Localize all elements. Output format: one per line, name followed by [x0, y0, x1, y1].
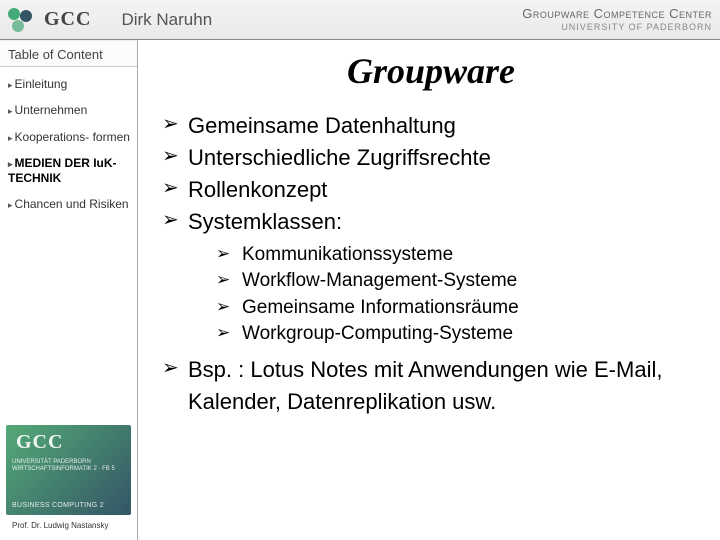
author-name: Dirk Naruhn [121, 10, 212, 30]
chevron-right-icon: ▸ [8, 80, 13, 91]
toc-item-label: Einleitung [15, 77, 68, 91]
bullet-l1: Unterschiedliche Zugriffsrechte [162, 142, 700, 174]
bullet-l2: Kommunikationssysteme [216, 242, 700, 269]
bullet-l1: Rollenkonzept [162, 174, 700, 206]
sidebar: Table of Content ▸Einleitung ▸Unternehme… [0, 40, 138, 540]
toc-item-unternehmen[interactable]: ▸Unternehmen [6, 97, 133, 123]
department-logo-text: UNIVERSITÄT PADERBORN WIRTSCHAFTSINFORMA… [12, 459, 131, 473]
header-right: Groupware Competence Center UNIVERSITY O… [522, 7, 720, 31]
gcc-text: GCC [44, 8, 91, 31]
main-content: Groupware Gemeinsame Datenhaltung Unters… [138, 40, 720, 540]
university-label: UNIVERSITY OF PADERBORN [522, 22, 712, 32]
chevron-right-icon: ▸ [8, 200, 13, 211]
competence-center-label: Groupware Competence Center [522, 7, 712, 21]
chevron-right-icon: ▸ [8, 159, 13, 170]
bullet-l2: Gemeinsame Informationsräume [216, 295, 700, 322]
bullet-l2: Workflow-Management-Systeme [216, 268, 700, 295]
gcc-logo-icon [0, 0, 40, 40]
toc-item-label: Chancen und Risiken [15, 197, 129, 211]
toc-item-label: Unternehmen [15, 103, 88, 117]
bullet-list-level2: Kommunikationssysteme Workflow-Managemen… [216, 242, 700, 348]
bullet-l1: Systemklassen: Kommunikationssysteme Wor… [162, 206, 700, 348]
toc-item-medien-iuk[interactable]: ▸MEDIEN DER IuK-TECHNIK [6, 150, 133, 191]
slide-title: Groupware [162, 50, 700, 92]
body: Table of Content ▸Einleitung ▸Unternehme… [0, 40, 720, 540]
chevron-right-icon: ▸ [8, 106, 13, 117]
bullet-l2: Workgroup-Computing-Systeme [216, 321, 700, 348]
toc-list: ▸Einleitung ▸Unternehmen ▸Kooperations- … [0, 67, 137, 221]
toc-header: Table of Content [0, 40, 137, 67]
toc-item-label: MEDIEN DER IuK-TECHNIK [8, 156, 117, 184]
bullet-l1: Bsp. : Lotus Notes mit Anwendungen wie E… [162, 354, 700, 418]
toc-item-einleitung[interactable]: ▸Einleitung [6, 71, 133, 97]
toc-item-chancen-risiken[interactable]: ▸Chancen und Risiken [6, 191, 133, 217]
sidebar-footer: UNIVERSITÄT PADERBORN WIRTSCHAFTSINFORMA… [0, 419, 137, 540]
toc-item-label: Kooperations- formen [15, 130, 130, 144]
toc-item-kooperationsformen[interactable]: ▸Kooperations- formen [6, 124, 133, 150]
bullet-l1: Gemeinsame Datenhaltung [162, 110, 700, 142]
bullet-l1-text: Systemklassen: [188, 209, 342, 234]
chevron-right-icon: ▸ [8, 133, 13, 144]
bullet-list-level1: Gemeinsame Datenhaltung Unterschiedliche… [162, 110, 700, 418]
professor-name: Prof. Dr. Ludwig Nastansky [6, 519, 131, 534]
department-logo: UNIVERSITÄT PADERBORN WIRTSCHAFTSINFORMA… [6, 425, 131, 515]
slide: GCC Dirk Naruhn Groupware Competence Cen… [0, 0, 720, 540]
header-bar: GCC Dirk Naruhn Groupware Competence Cen… [0, 0, 720, 40]
